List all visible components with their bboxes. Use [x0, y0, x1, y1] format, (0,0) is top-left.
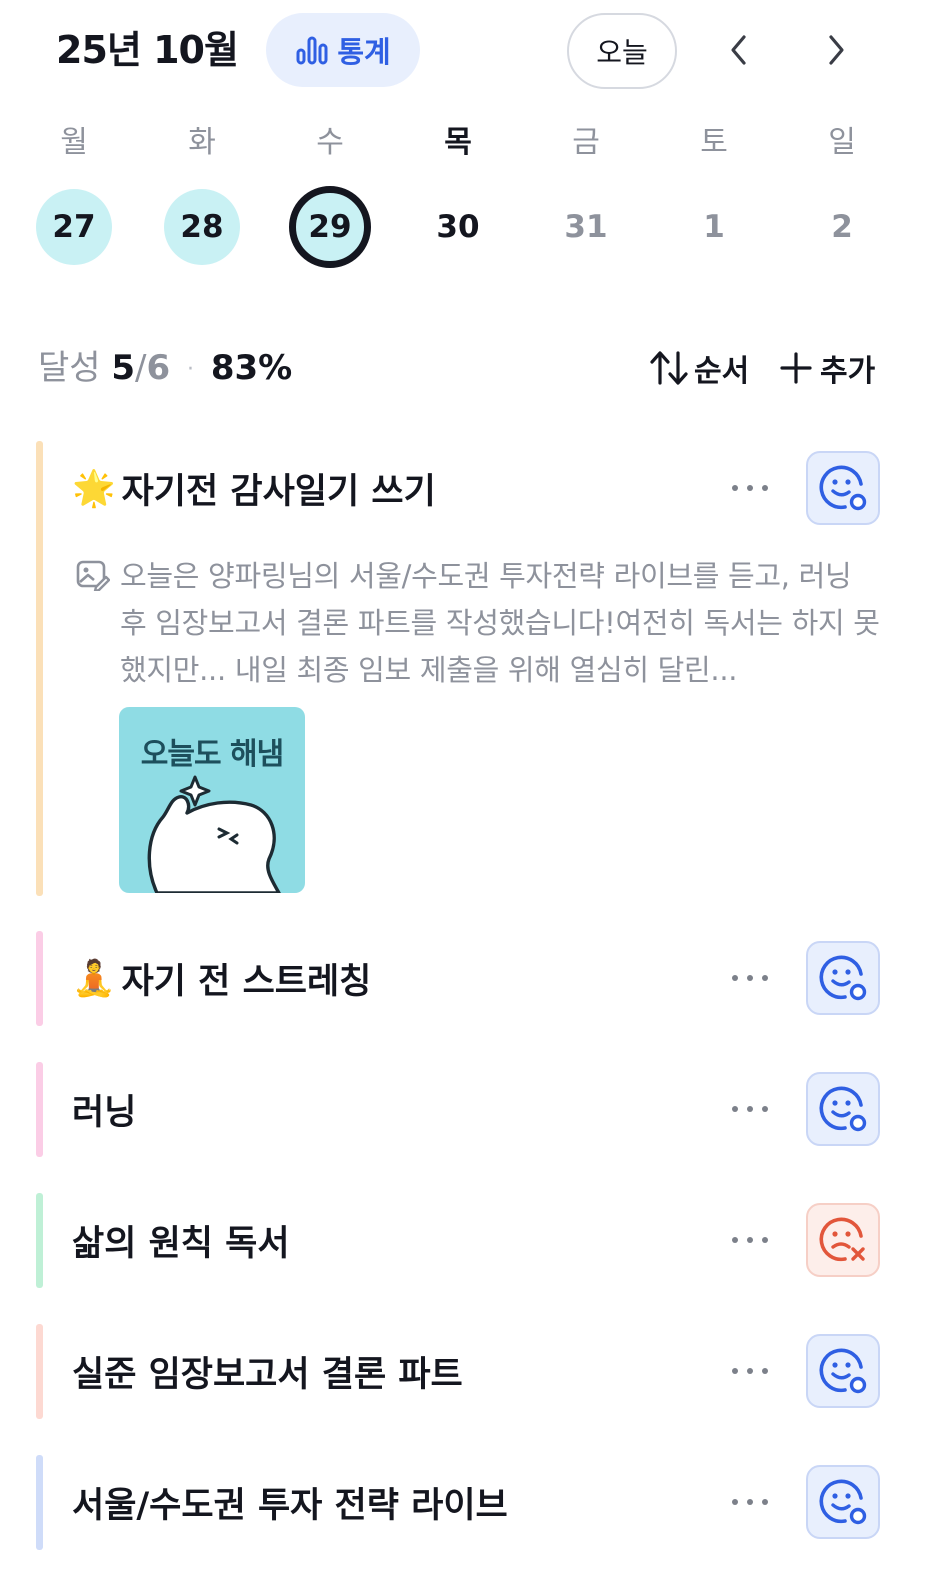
smile-check-icon — [819, 1086, 867, 1132]
smile-check-icon — [819, 1479, 867, 1525]
task-status-done[interactable] — [806, 451, 880, 525]
task-item[interactable]: 러닝 — [36, 1062, 892, 1157]
task-title-row[interactable]: 실준 임장보고서 결론 파트 — [72, 1346, 463, 1396]
weekday-label: 토 — [700, 125, 728, 160]
sad-x-icon — [819, 1217, 865, 1262]
task-item[interactable]: 🌟 자기전 감사일기 쓰기 오늘은 양파링님의 서울/수도권 투자전략 라이브를… — [36, 441, 892, 896]
achievement-label: 달성 — [38, 348, 101, 388]
more-dots-icon — [732, 1368, 768, 1374]
more-dots-icon — [732, 1106, 768, 1112]
prev-week-button[interactable] — [715, 26, 763, 74]
date-row: 27 28 29 30 31 1 2 — [0, 186, 934, 270]
date-cell[interactable]: 27 — [36, 189, 112, 265]
date-cell-selected[interactable]: 29 — [289, 186, 371, 268]
add-task-label: 추가 — [820, 354, 876, 389]
more-dots-icon — [732, 485, 768, 491]
task-note-text: 오늘은 양파링님의 서울/수도권 투자전략 라이브를 듣고, 러닝 후 임장보고… — [120, 559, 880, 687]
date-cell[interactable]: 30 — [420, 189, 496, 265]
task-title: 삶의 원칙 독서 — [72, 1223, 290, 1264]
weekday-label: 월 — [60, 125, 88, 160]
task-status-failed[interactable] — [806, 1203, 880, 1277]
sticker-character-icon — [147, 775, 281, 893]
achievement-done-count: 5 — [111, 348, 136, 388]
task-more-button[interactable] — [726, 1482, 774, 1522]
smile-check-icon — [819, 465, 867, 511]
plus-icon — [780, 352, 812, 384]
achievement-slash: / — [135, 348, 147, 388]
task-title: 서울/수도권 투자 전략 라이브 — [72, 1485, 508, 1526]
more-dots-icon — [732, 1499, 768, 1505]
achievement-percent: 83% — [210, 348, 293, 388]
add-task-button[interactable]: 추가 — [780, 343, 875, 393]
task-title: 실준 임장보고서 결론 파트 — [72, 1354, 463, 1395]
task-more-button[interactable] — [726, 468, 774, 508]
task-emoji: 🌟 — [72, 468, 116, 509]
bar-chart-icon — [296, 36, 328, 65]
weekday-row: 월 화 수 목 금 토 일 — [0, 118, 934, 168]
top-header: 25년 10월 통계 오늘 — [0, 0, 934, 100]
date-cell[interactable]: 31 — [548, 189, 624, 265]
task-color-bar — [36, 1193, 43, 1288]
smile-check-icon — [819, 1348, 867, 1394]
chevron-right-icon — [829, 35, 844, 65]
date-cell[interactable]: 28 — [164, 189, 240, 265]
date-cell[interactable]: 1 — [676, 189, 752, 265]
task-title-row[interactable]: 🧘 자기 전 스트레칭 — [72, 953, 371, 1003]
smile-check-icon — [819, 955, 867, 1001]
achievement-total-count: 6 — [146, 348, 171, 388]
weekday-label: 수 — [316, 125, 344, 160]
stats-label: 통계 — [337, 35, 391, 69]
sort-order-button[interactable]: 순서 — [648, 343, 749, 393]
sort-arrows-icon — [650, 351, 688, 385]
task-more-button[interactable] — [726, 1351, 774, 1391]
task-item[interactable]: 서울/수도권 투자 전략 라이브 — [36, 1455, 892, 1550]
task-title: 자기 전 스트레칭 — [121, 961, 372, 1002]
today-button[interactable]: 오늘 — [567, 13, 677, 89]
task-item[interactable]: 삶의 원칙 독서 — [36, 1193, 892, 1288]
more-dots-icon — [732, 975, 768, 981]
task-title-row[interactable]: 러닝 — [72, 1084, 136, 1134]
task-title-row[interactable]: 서울/수도권 투자 전략 라이브 — [72, 1477, 508, 1527]
date-cell[interactable]: 2 — [804, 189, 880, 265]
task-color-bar — [36, 1455, 43, 1550]
weekday-label: 금 — [572, 125, 600, 160]
task-color-bar — [36, 441, 43, 896]
task-item[interactable]: 실준 임장보고서 결론 파트 — [36, 1324, 892, 1419]
task-title: 자기전 감사일기 쓰기 — [121, 471, 436, 512]
task-color-bar — [36, 1062, 43, 1157]
task-color-bar — [36, 1324, 43, 1419]
task-more-button[interactable] — [726, 1089, 774, 1129]
note-image-icon — [76, 560, 110, 591]
weekday-label: 일 — [828, 125, 856, 160]
achievement-summary: 달성 5/6 · 83% — [38, 343, 292, 395]
more-dots-icon — [732, 1237, 768, 1243]
task-item[interactable]: 🧘 자기 전 스트레칭 — [36, 931, 892, 1026]
task-more-button[interactable] — [726, 958, 774, 998]
chevron-left-icon — [731, 35, 746, 65]
task-status-done[interactable] — [806, 1465, 880, 1539]
sticker-image[interactable]: 오늘도 해냄 — [119, 707, 305, 893]
task-status-done[interactable] — [806, 1334, 880, 1408]
weekday-label: 화 — [188, 125, 216, 160]
sort-order-label: 순서 — [694, 354, 750, 389]
achievement-separator: · — [187, 356, 194, 382]
task-status-done[interactable] — [806, 1072, 880, 1146]
stats-button[interactable]: 통계 — [266, 13, 420, 87]
task-title-row[interactable]: 삶의 원칙 독서 — [72, 1215, 290, 1265]
task-status-done[interactable] — [806, 941, 880, 1015]
next-week-button[interactable] — [812, 26, 860, 74]
task-title-row[interactable]: 🌟 자기전 감사일기 쓰기 — [72, 463, 436, 513]
weekday-label-today: 목 — [444, 125, 472, 160]
task-color-bar — [36, 931, 43, 1026]
month-title[interactable]: 25년 10월 — [56, 24, 239, 76]
task-title: 러닝 — [72, 1092, 137, 1133]
task-emoji: 🧘 — [72, 958, 116, 999]
task-more-button[interactable] — [726, 1220, 774, 1260]
